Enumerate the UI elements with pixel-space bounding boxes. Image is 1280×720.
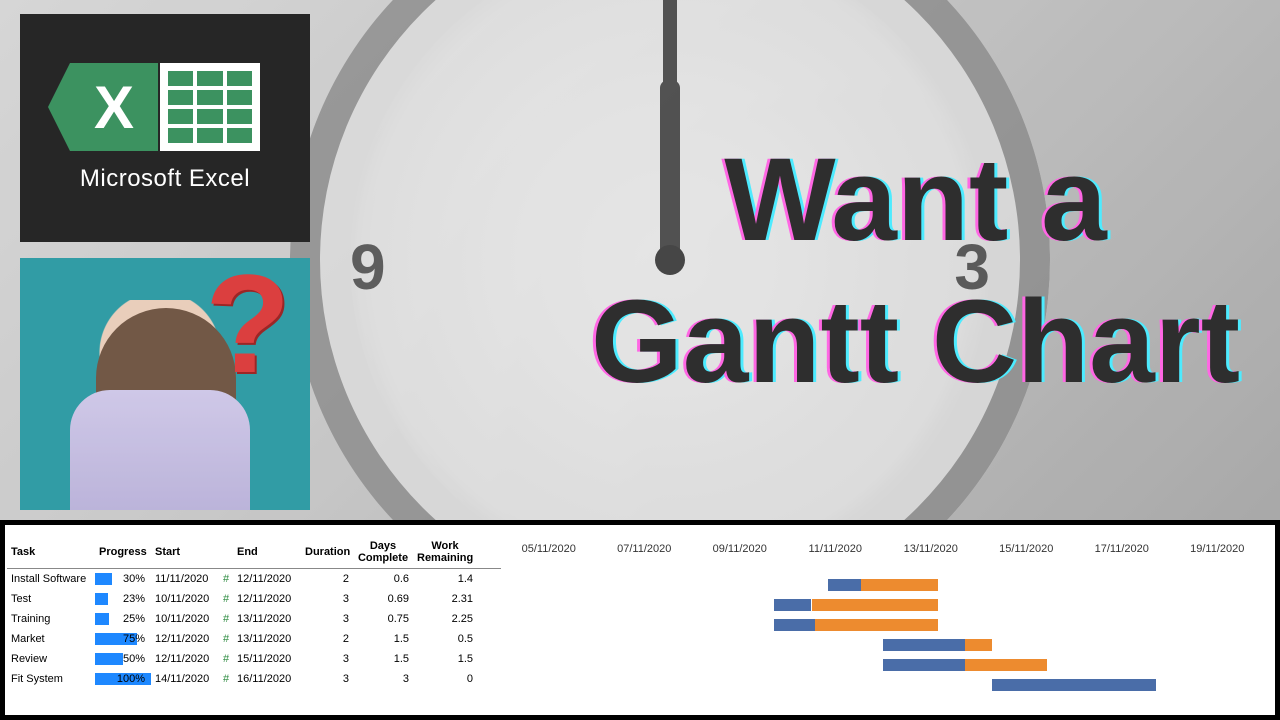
gantt-table-header: Task Progress Start End Duration Days Co… [7, 535, 501, 569]
question-mark-icon: ? [205, 258, 291, 394]
col-work-remaining: Work Remaining [413, 538, 477, 566]
excel-logo-card: X Microsoft Excel [20, 14, 310, 242]
axis-tick: 07/11/2020 [597, 543, 693, 555]
axis-tick: 19/11/2020 [1170, 543, 1266, 555]
gantt-timeline-chart: 05/11/202007/11/202009/11/202011/11/2020… [501, 535, 1265, 709]
gantt-bar-row [501, 635, 1265, 655]
excel-icon: X [70, 63, 260, 151]
thinking-person-card: ? [20, 258, 310, 510]
table-row: Review50%12/11/2020#15/11/202031.51.5 [7, 649, 501, 669]
headline-text: Want a Gantt Chart [591, 130, 1240, 413]
gantt-bar-row [501, 655, 1265, 675]
axis-tick: 13/11/2020 [883, 543, 979, 555]
table-row: Install Software30%11/11/2020#12/11/2020… [7, 569, 501, 589]
gantt-bar-row [501, 615, 1265, 635]
table-row: Test23%10/11/2020#12/11/202030.692.31 [7, 589, 501, 609]
axis-tick: 17/11/2020 [1074, 543, 1170, 555]
timeline-bars [501, 575, 1265, 695]
axis-tick: 09/11/2020 [692, 543, 788, 555]
gantt-data-table: Task Progress Start End Duration Days Co… [7, 535, 501, 709]
col-end: End [233, 544, 301, 560]
gantt-strip: Task Progress Start End Duration Days Co… [0, 520, 1280, 720]
col-start: Start [151, 544, 219, 560]
hero-banner: 126 93 X Microsoft Excel ? Want a Gantt … [0, 0, 1280, 520]
axis-tick: 11/11/2020 [788, 543, 884, 555]
col-duration: Duration [301, 544, 353, 560]
axis-tick: 15/11/2020 [979, 543, 1075, 555]
col-progress: Progress [95, 544, 151, 560]
timeline-axis: 05/11/202007/11/202009/11/202011/11/2020… [501, 543, 1265, 555]
gantt-bar-row [501, 595, 1265, 615]
table-row: Fit System100%14/11/2020#16/11/2020330 [7, 669, 501, 689]
col-days-complete: Days Complete [353, 538, 413, 566]
table-row: Market75%12/11/2020#13/11/202021.50.5 [7, 629, 501, 649]
gantt-bar-row [501, 675, 1265, 695]
col-task: Task [7, 544, 95, 560]
axis-tick: 05/11/2020 [501, 543, 597, 555]
excel-label: Microsoft Excel [80, 165, 250, 193]
gantt-bar-row [501, 575, 1265, 595]
table-row: Training25%10/11/2020#13/11/202030.752.2… [7, 609, 501, 629]
